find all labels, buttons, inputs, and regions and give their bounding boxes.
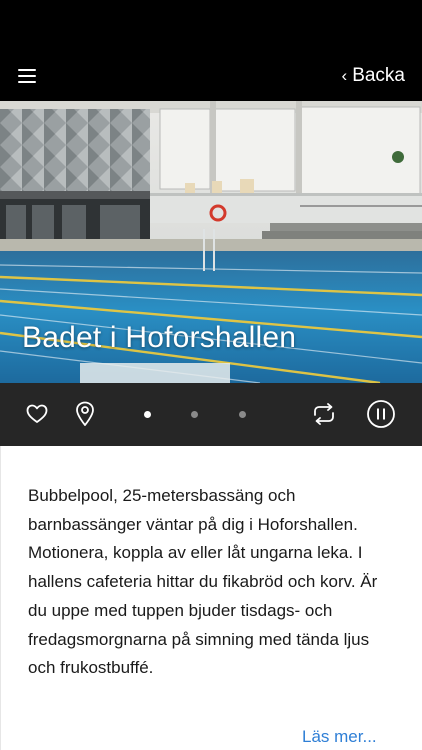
hero-image: Badet i Hoforshallen — [0, 101, 422, 383]
read-more-link[interactable]: Läs mer... — [302, 727, 377, 747]
pause-circle-icon[interactable] — [365, 398, 397, 430]
repeat-arrows-icon[interactable] — [310, 400, 338, 428]
hero-title: Badet i Hoforshallen — [22, 321, 297, 354]
chevron-left-icon: ‹ — [341, 65, 348, 85]
map-pin-icon[interactable] — [72, 399, 98, 429]
divider — [0, 446, 1, 750]
pagination-dot[interactable] — [191, 411, 198, 418]
back-button-label: Backa — [352, 64, 405, 86]
hamburger-menu-icon[interactable] — [18, 68, 36, 83]
pagination-dot-active[interactable] — [144, 411, 151, 418]
navigation-bar: ‹ Backa — [0, 50, 422, 101]
pagination-dot[interactable] — [239, 411, 246, 418]
description-text: Bubbelpool, 25-metersbassäng och barnbas… — [28, 486, 378, 678]
media-controls-bar — [0, 383, 422, 446]
heart-icon[interactable] — [24, 401, 50, 427]
back-button[interactable]: ‹ Backa — [342, 65, 405, 87]
status-bar — [0, 0, 422, 50]
